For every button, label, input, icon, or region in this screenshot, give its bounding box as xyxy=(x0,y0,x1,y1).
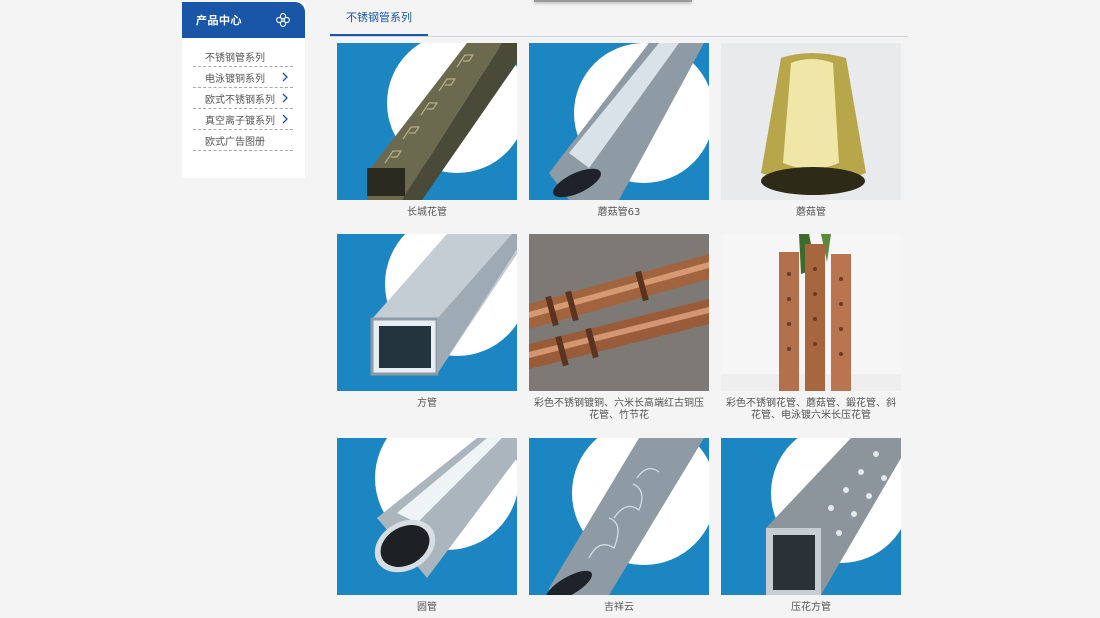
sidebar-item-label: 欧式不锈钢系列 xyxy=(205,94,275,106)
product-card[interactable]: 蘑菇管63 xyxy=(529,43,709,219)
product-name[interactable]: 压花方管 xyxy=(721,602,901,614)
product-image[interactable] xyxy=(529,234,709,391)
product-image[interactable] xyxy=(721,234,901,391)
product-name[interactable]: 彩色不锈钢镀铜、六米长高端红古铜压花管、竹节花 xyxy=(529,398,709,422)
sidebar-header: 产品中心 xyxy=(182,2,305,38)
product-card[interactable]: 蘑菇管 xyxy=(721,43,901,219)
product-image[interactable] xyxy=(721,43,901,200)
product-name[interactable]: 彩色不锈钢花管、蘑菇管、鍛花管、斜花管、电泳镀六米长压花管 xyxy=(721,398,901,422)
product-card[interactable]: 彩色不锈钢镀铜、六米长高端红古铜压花管、竹节花 xyxy=(529,234,709,422)
product-name[interactable]: 圆管 xyxy=(337,602,517,614)
chevron-right-icon xyxy=(282,72,288,82)
product-name[interactable]: 吉祥云 xyxy=(529,602,709,614)
chevron-right-icon xyxy=(282,114,288,124)
product-name[interactable]: 蘑菇管63 xyxy=(529,207,709,219)
product-card[interactable]: 长城花管 xyxy=(337,43,517,219)
product-name[interactable]: 蘑菇管 xyxy=(721,207,901,219)
product-name[interactable]: 长城花管 xyxy=(337,207,517,219)
tab-stainless-tubes[interactable]: 不锈钢管系列 xyxy=(330,0,428,36)
product-card[interactable]: 彩色不锈钢花管、蘑菇管、鍛花管、斜花管、电泳镀六米长压花管 xyxy=(721,234,901,422)
flower-menu-icon xyxy=(276,13,290,27)
product-image[interactable] xyxy=(337,234,517,391)
product-image[interactable] xyxy=(337,438,517,595)
sidebar-item-label: 电泳镀铜系列 xyxy=(205,73,265,85)
product-image[interactable] xyxy=(721,438,901,595)
sidebar-item-label: 真空离子镀系列 xyxy=(205,115,275,127)
chevron-right-icon xyxy=(282,93,288,103)
tab-bar: 不锈钢管系列 xyxy=(330,0,908,37)
sidebar-item-stainless-tubes[interactable]: 不锈钢管系列 xyxy=(193,46,293,67)
product-card[interactable]: 圆管 xyxy=(337,438,517,614)
product-card[interactable]: 吉祥云 xyxy=(529,438,709,614)
sidebar-item-label: 欧式广告图册 xyxy=(205,136,265,148)
sidebar: 产品中心 不锈钢管系列 电泳镀铜系列 欧式不锈钢系列 真空离子镀系列 欧式广告图… xyxy=(182,2,305,178)
product-image[interactable] xyxy=(337,43,517,200)
side-menu: 不锈钢管系列 电泳镀铜系列 欧式不锈钢系列 真空离子镀系列 欧式广告图册 xyxy=(182,38,305,151)
product-card[interactable]: 压花方管 xyxy=(721,438,901,614)
sidebar-title: 产品中心 xyxy=(196,14,242,27)
product-card[interactable]: 方管 xyxy=(337,234,517,410)
sidebar-item-label: 不锈钢管系列 xyxy=(205,52,265,64)
sidebar-item-vacuum-ion-plating[interactable]: 真空离子镀系列 xyxy=(193,109,293,130)
main-content: 不锈钢管系列 长城花管 蘑菇管63 蘑菇管 方管 彩色不锈钢镀铜、六米长高端红古… xyxy=(330,0,908,618)
sidebar-item-european-catalog[interactable]: 欧式广告图册 xyxy=(193,130,293,151)
product-name[interactable]: 方管 xyxy=(337,398,517,410)
product-image[interactable] xyxy=(529,43,709,200)
sidebar-item-electrophoresis-copper[interactable]: 电泳镀铜系列 xyxy=(193,67,293,88)
sidebar-item-european-stainless[interactable]: 欧式不锈钢系列 xyxy=(193,88,293,109)
product-image[interactable] xyxy=(529,438,709,595)
